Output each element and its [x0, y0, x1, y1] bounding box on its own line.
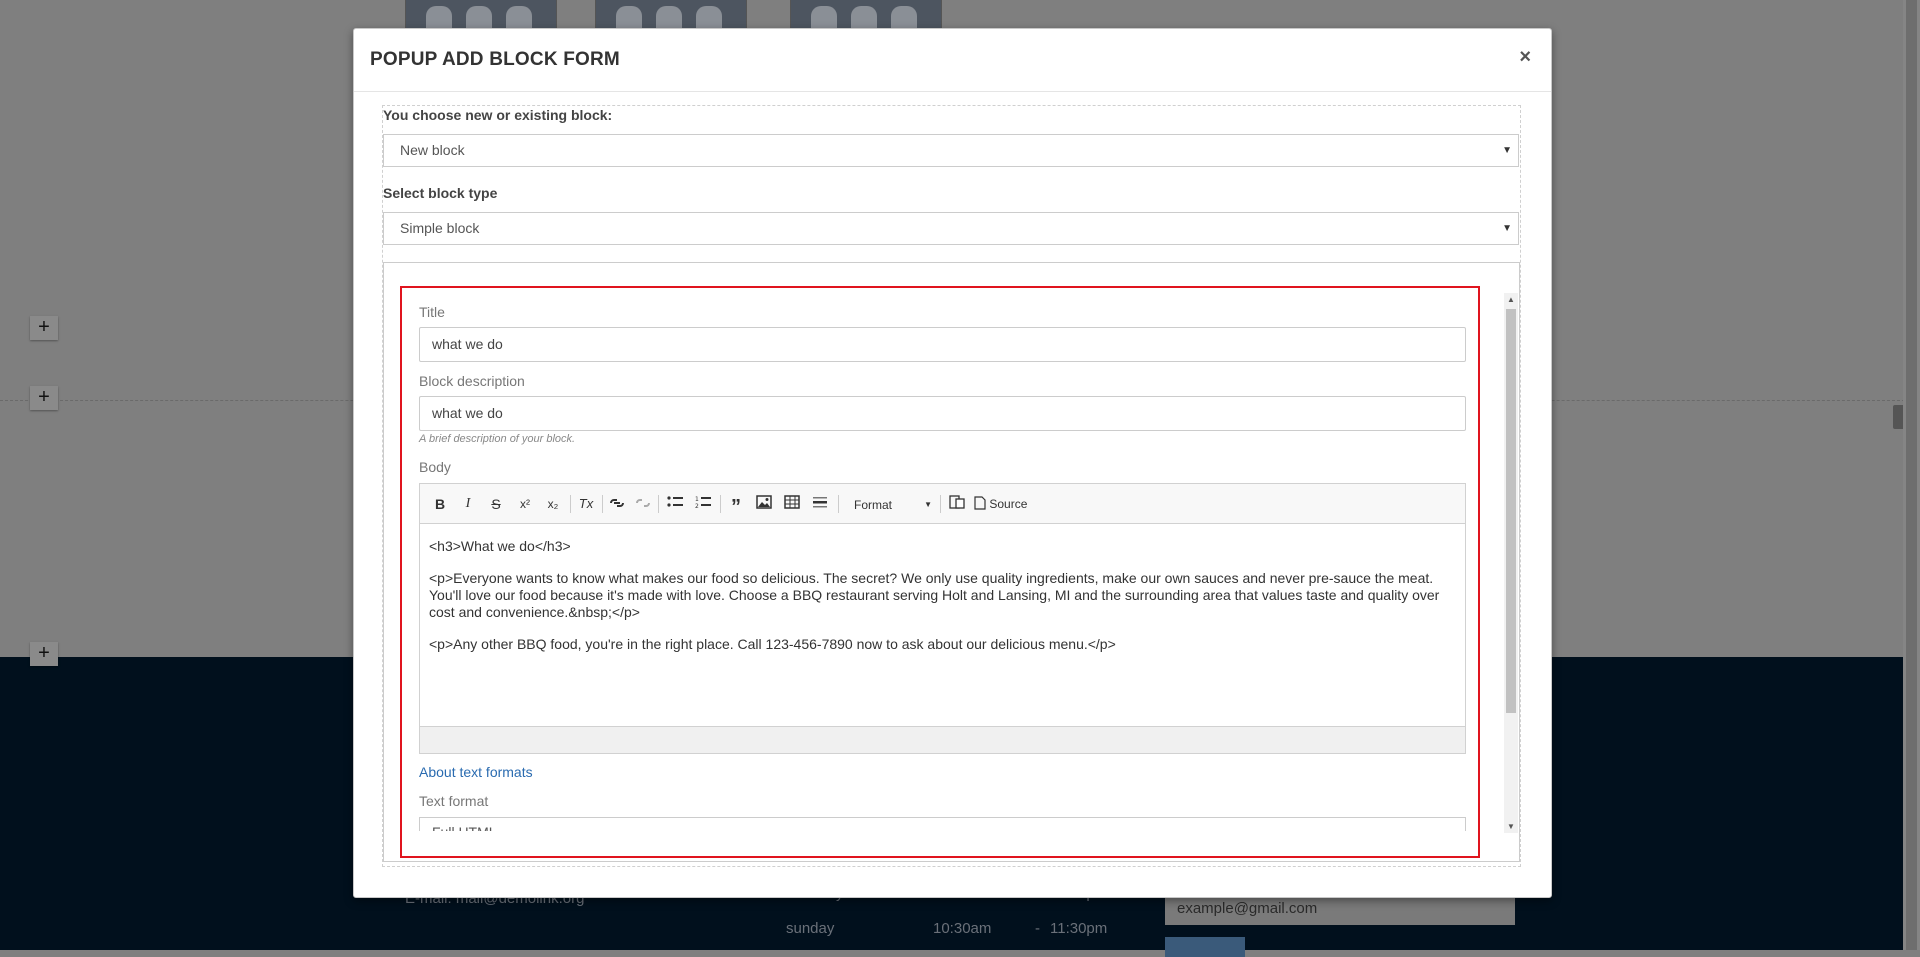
- editor-toolbar: B I S x² x₂ Tx 12 ” Format ▼ Source: [420, 484, 1465, 524]
- editor-line: <p>Everyone wants to know what makes our…: [429, 570, 1440, 620]
- source-button[interactable]: Source: [974, 494, 1044, 514]
- block-choice-select[interactable]: New block ▼: [383, 134, 1519, 167]
- strikethrough-button[interactable]: S: [488, 494, 504, 514]
- block-choice-value: New block: [400, 142, 465, 158]
- svg-text:2: 2: [695, 503, 699, 509]
- hours-open: 10:30am: [933, 920, 992, 937]
- image-icon[interactable]: [753, 494, 775, 514]
- block-description-input[interactable]: what we do: [419, 396, 1466, 431]
- blockquote-icon[interactable]: ”: [725, 494, 747, 518]
- block-type-select[interactable]: Simple block ▼: [383, 212, 1519, 245]
- numbered-list-icon[interactable]: 12: [692, 494, 714, 514]
- toolbar-separator: [720, 495, 721, 513]
- close-icon[interactable]: ×: [1519, 46, 1531, 69]
- bulleted-list-icon[interactable]: [664, 494, 686, 514]
- subscribe-button[interactable]: [1165, 937, 1245, 957]
- toolbar-separator: [838, 495, 839, 513]
- block-description-help: A brief description of your block.: [419, 433, 576, 445]
- format-label: Format: [854, 498, 893, 512]
- chevron-down-icon: ▼: [1502, 145, 1512, 156]
- about-text-formats-link[interactable]: About text formats: [419, 764, 533, 780]
- modal-header: POPUP ADD BLOCK FORM ×: [354, 29, 1551, 92]
- remove-format-button[interactable]: Tx: [575, 494, 597, 514]
- superscript-button[interactable]: x²: [514, 494, 536, 514]
- unlink-icon[interactable]: [632, 494, 654, 514]
- horizontal-line-icon[interactable]: [809, 494, 831, 514]
- block-type-label: Select block type: [383, 185, 498, 201]
- editor-line: <p>Any other BBQ food, you're in the rig…: [429, 636, 1116, 652]
- hours-close: 11:30pm: [1050, 920, 1108, 937]
- title-input[interactable]: what we do: [419, 327, 1466, 362]
- scroll-down-icon[interactable]: ▼: [1507, 822, 1515, 831]
- format-dropdown[interactable]: Format ▼: [848, 495, 936, 515]
- body-editor: B I S x² x₂ Tx 12 ” Format ▼ Source <h3>…: [419, 483, 1466, 754]
- source-label: Source: [989, 497, 1028, 511]
- hours-day: sunday: [786, 920, 835, 937]
- gallery-thumbnail: [790, 0, 942, 29]
- editor-line: <h3>What we do</h3>: [429, 538, 571, 554]
- form-scrollbar[interactable]: ▲ ▼: [1504, 293, 1518, 833]
- link-icon[interactable]: [606, 494, 628, 514]
- text-format-label: Text format: [419, 793, 489, 809]
- paste-icon[interactable]: [946, 494, 968, 514]
- block-type-value: Simple block: [400, 220, 480, 236]
- gallery-thumbnail: [595, 0, 747, 29]
- source-icon: [974, 496, 986, 510]
- toolbar-separator: [602, 495, 603, 513]
- text-format-select[interactable]: Full HTML: [419, 817, 1466, 831]
- editor-statusbar: [420, 726, 1465, 753]
- modal-title: POPUP ADD BLOCK FORM: [370, 49, 620, 70]
- add-block-button[interactable]: +: [30, 316, 58, 340]
- block-choice-label: You choose new or existing block:: [383, 107, 613, 123]
- toolbar-separator: [658, 495, 659, 513]
- form-scrollbar-thumb[interactable]: [1506, 309, 1516, 713]
- title-label: Title: [419, 304, 445, 320]
- page-scrollbar-thumb[interactable]: [1906, 0, 1917, 950]
- scroll-up-icon[interactable]: ▲: [1507, 295, 1515, 304]
- block-description-label: Block description: [419, 373, 525, 389]
- add-block-button[interactable]: +: [30, 386, 58, 410]
- bold-button[interactable]: B: [432, 494, 448, 514]
- toolbar-separator: [940, 495, 941, 513]
- body-label: Body: [419, 459, 451, 475]
- svg-text:1: 1: [695, 496, 699, 503]
- chevron-down-icon: ▼: [1502, 223, 1512, 234]
- toolbar-separator: [570, 495, 571, 513]
- table-icon[interactable]: [781, 494, 803, 514]
- add-block-button[interactable]: +: [30, 642, 58, 666]
- chevron-down-icon: ▼: [924, 500, 932, 509]
- editor-content[interactable]: <h3>What we do</h3> <p>Everyone wants to…: [420, 524, 1465, 726]
- italic-button[interactable]: I: [460, 494, 476, 514]
- subscript-button[interactable]: x₂: [542, 494, 564, 514]
- gallery-thumbnail: [405, 0, 557, 29]
- hours-separator: -: [1035, 920, 1040, 937]
